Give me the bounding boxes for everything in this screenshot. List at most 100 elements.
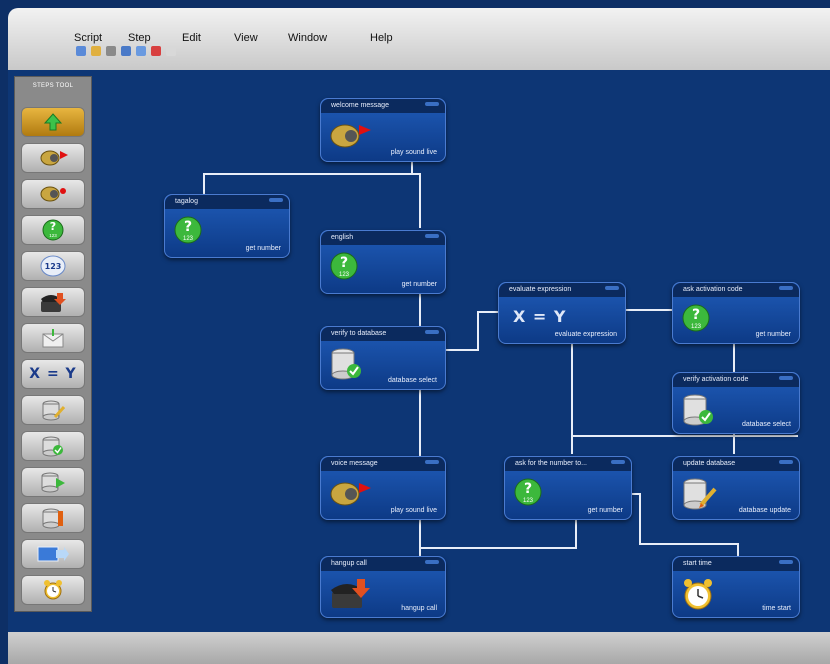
tool-alarm-clock[interactable] [21, 575, 85, 605]
tool-up-arrow[interactable] [21, 107, 85, 137]
node-tab [425, 460, 439, 464]
open-folder-icon[interactable] [91, 46, 101, 56]
expression-icon: X = Y [513, 307, 567, 326]
node-title: voice message [331, 460, 378, 467]
node-title: ask activation code [683, 286, 743, 293]
connector-verify-evaluate [446, 311, 498, 351]
node-title: start time [683, 560, 712, 567]
record-sound-icon [40, 186, 66, 202]
save-icon[interactable] [121, 46, 131, 56]
database-insert-icon [41, 472, 65, 493]
tool-hangup-phone[interactable] [21, 287, 85, 317]
alarm-clock-icon [684, 579, 712, 610]
node-subtitle: get number [587, 507, 623, 514]
node-tab [779, 460, 793, 464]
tool-transfer[interactable] [21, 539, 85, 569]
node-title: evaluate expression [509, 286, 572, 293]
node-subtitle: play sound live [390, 149, 437, 156]
node-verify-activation-code[interactable]: verify activation code database select [672, 372, 800, 434]
tool-database-insert[interactable] [21, 467, 85, 497]
node-ask-activation-code[interactable]: ask activation code ? 123 get number [672, 282, 800, 344]
tool-database-select[interactable] [21, 431, 85, 461]
get-number-icon: ?123 [174, 216, 202, 244]
save-as-icon[interactable] [136, 46, 146, 56]
alarm-clock-icon [44, 580, 62, 600]
node-title: english [331, 234, 354, 241]
delete-icon[interactable] [151, 46, 161, 56]
menu-help[interactable]: Help [370, 32, 393, 44]
tool-get-number[interactable]: ? 123 [21, 215, 85, 245]
node-subtitle: time start [762, 605, 791, 612]
tool-record-sound[interactable] [21, 179, 85, 209]
database-update-icon [683, 478, 717, 510]
get-number-icon: ?123 [514, 478, 542, 506]
node-english[interactable]: english ? 123 get number [320, 230, 446, 294]
number-123-icon: 123 [40, 255, 66, 277]
node-evaluate-expression[interactable]: evaluate expression X = Y evaluate expre… [498, 282, 626, 344]
node-hangup-call[interactable]: hangup call hangup call [320, 556, 446, 618]
database-select-icon [331, 348, 361, 380]
node-tab [425, 234, 439, 238]
menu-edit[interactable]: Edit [182, 32, 201, 44]
node-subtitle: get number [245, 245, 281, 252]
get-number-icon: ?123 [682, 304, 710, 332]
node-title: welcome message [331, 102, 389, 109]
node-subtitle: play sound live [390, 507, 437, 514]
node-tab [611, 460, 625, 464]
node-start-time[interactable]: start time time start [672, 556, 800, 618]
hangup-phone-icon [41, 293, 66, 312]
tool-number-123[interactable]: 123 [21, 251, 85, 281]
number-glyph: 123 [49, 233, 57, 238]
send-mail-icon [42, 329, 64, 348]
edit-database-icon [42, 400, 65, 421]
node-title: update database [683, 460, 736, 467]
database-select-icon [42, 436, 63, 457]
node-title: verify to database [331, 330, 387, 337]
node-title: verify activation code [683, 376, 749, 383]
node-title: hangup call [331, 560, 367, 567]
node-verify-to-database[interactable]: verify to database database select [320, 326, 446, 390]
toolbar [76, 46, 176, 56]
new-file-icon[interactable] [76, 46, 86, 56]
tool-database-info[interactable] [21, 503, 85, 533]
copy-icon[interactable] [166, 46, 176, 56]
node-subtitle: hangup call [401, 605, 437, 612]
number-glyph: 123 [339, 272, 350, 278]
menu-window[interactable]: Window [288, 32, 327, 44]
database-info-icon [42, 508, 63, 529]
node-update-database[interactable]: update database database update [672, 456, 800, 520]
database-select-icon [683, 394, 713, 426]
transfer-icon [37, 546, 69, 562]
help-glyph: ? [50, 220, 56, 233]
number-glyph: 123 [45, 262, 62, 271]
help-glyph: ? [340, 255, 348, 271]
node-subtitle: get number [755, 331, 791, 338]
connector-voice-ask-number [419, 518, 577, 549]
node-ask-for-number[interactable]: ask for the number to... ? 123 get number [504, 456, 632, 520]
menu-step[interactable]: Step [128, 32, 151, 44]
node-tab [425, 560, 439, 564]
number-glyph: 123 [523, 498, 534, 504]
node-tagalog[interactable]: tagalog ? 123 get number [164, 194, 290, 258]
play-sound-icon [330, 124, 371, 148]
node-voice-message[interactable]: voice message play sound live [320, 456, 446, 520]
tool-expression[interactable]: X = Y [21, 359, 85, 389]
get-number-icon: ?123 [42, 219, 64, 241]
print-icon[interactable] [106, 46, 116, 56]
tool-edit-database[interactable] [21, 395, 85, 425]
hangup-phone-icon [331, 579, 370, 608]
node-tab [779, 286, 793, 290]
node-welcome-message[interactable]: welcome message play sound live [320, 98, 446, 162]
help-glyph: ? [524, 481, 532, 497]
menu-script[interactable]: Script [74, 32, 102, 44]
play-sound-icon [330, 482, 371, 506]
menu-view[interactable]: View [234, 32, 258, 44]
node-tab [779, 376, 793, 380]
node-tab [605, 286, 619, 290]
node-tab [425, 102, 439, 106]
node-title: ask for the number to... [515, 460, 587, 467]
tool-send-mail[interactable] [21, 323, 85, 353]
node-subtitle: database update [738, 507, 791, 514]
tool-play-sound[interactable] [21, 143, 85, 173]
connector-welcome-tagalog [203, 160, 413, 194]
